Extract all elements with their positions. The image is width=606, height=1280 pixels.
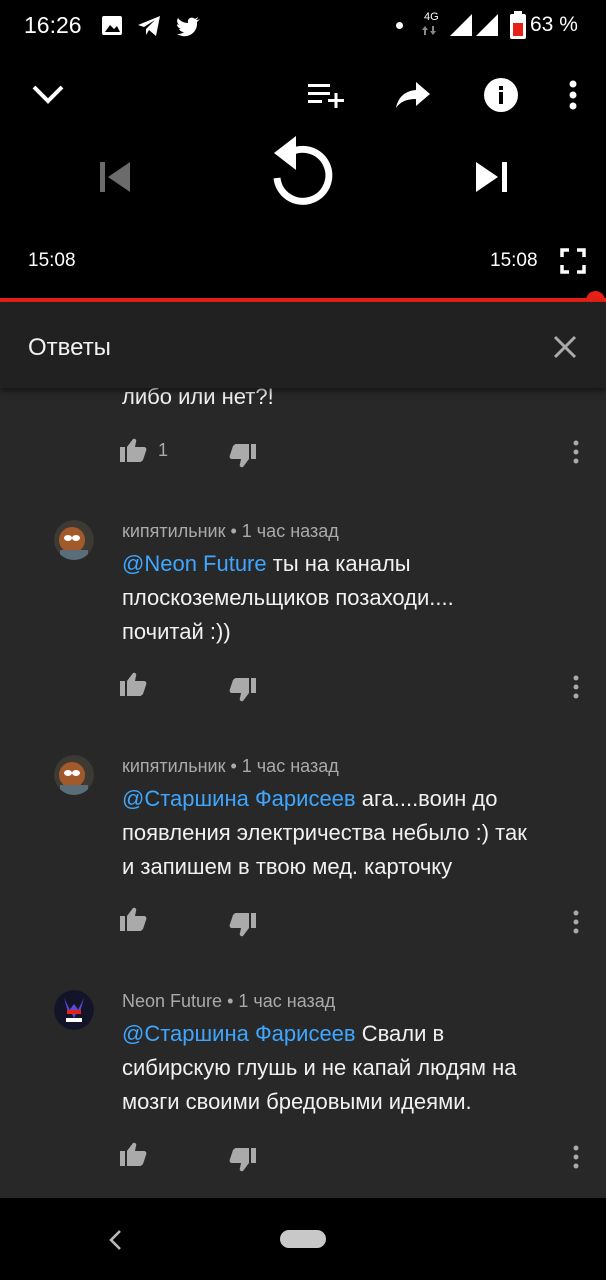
twitter-icon [177, 17, 200, 37]
notification-icons [102, 16, 200, 37]
comment-author[interactable]: кипятильник [122, 521, 225, 541]
dislike-button[interactable] [228, 678, 256, 702]
add-to-playlist-button[interactable] [306, 80, 346, 110]
replay-button[interactable] [268, 136, 338, 216]
current-time: 15:08 [28, 250, 76, 271]
skip-next-icon [476, 162, 507, 192]
like-button[interactable] [120, 672, 148, 696]
like-button[interactable] [120, 1142, 148, 1166]
panel-title: Ответы [28, 334, 111, 361]
more-vert-icon [573, 910, 579, 934]
thumbs-up-icon [120, 438, 147, 462]
home-pill-button[interactable] [280, 1230, 326, 1248]
back-button[interactable] [108, 1229, 124, 1251]
thumbs-down-icon [229, 1148, 256, 1172]
fullscreen-icon [560, 248, 586, 274]
network-type: 4G [424, 11, 439, 23]
status-time: 16:26 [24, 12, 82, 38]
comment-meta: кипятильник • 1 час назад [122, 521, 339, 541]
comment-meta: Neon Future • 1 час назад [122, 991, 336, 1011]
notification-dot [396, 22, 403, 29]
mention-link[interactable]: @Старшина Фарисеев [122, 1021, 356, 1046]
more-vert-icon [569, 80, 577, 110]
next-button[interactable] [474, 160, 510, 194]
thumbs-down-icon [229, 678, 256, 702]
like-count: 1 [158, 440, 169, 460]
comment-time: 1 час назад [241, 521, 339, 541]
playlist-add-icon [308, 84, 344, 108]
battery-level: 63 % [530, 13, 578, 36]
replay-icon [273, 136, 333, 205]
minimize-player-button[interactable] [30, 80, 66, 108]
dislike-button[interactable] [228, 913, 256, 937]
dislike-button[interactable] [228, 444, 256, 468]
signal-icon-2 [476, 14, 498, 36]
more-vert-icon [573, 675, 579, 699]
thumbs-down-icon [229, 913, 256, 937]
previous-button[interactable] [98, 160, 132, 194]
mention-link[interactable]: @Старшина Фарисеев [122, 786, 356, 811]
comment-menu-button[interactable] [572, 1145, 580, 1169]
comment-text: @Старшина Фарисеев Свали в сибирскую глуш… [122, 1021, 517, 1114]
comment-time: 1 час назад [241, 756, 339, 776]
chevron-left-icon [109, 1230, 121, 1250]
comment-author[interactable]: Neon Future [122, 991, 222, 1011]
thumbs-up-icon [120, 672, 147, 696]
comment-menu-button[interactable] [572, 675, 580, 699]
dislike-button[interactable] [228, 1148, 256, 1172]
data-arrows-icon [422, 26, 436, 35]
share-button[interactable] [396, 80, 432, 110]
duration: 15:08 [490, 250, 538, 271]
avatar[interactable] [54, 990, 94, 1030]
comment-menu-button[interactable] [572, 440, 580, 464]
comment-text: @Neon Future ты на каналы плоскоземельщик… [122, 551, 454, 644]
fullscreen-button[interactable] [560, 248, 586, 274]
more-vert-icon [573, 440, 579, 464]
battery-icon [510, 11, 526, 39]
avatar[interactable] [54, 755, 94, 795]
like-button[interactable] [120, 438, 148, 462]
more-options-button[interactable] [566, 80, 580, 110]
thumbs-up-icon [120, 907, 147, 931]
comment-menu-button[interactable] [572, 910, 580, 934]
more-vert-icon [573, 1145, 579, 1169]
comment-meta: кипятильник • 1 час назад [122, 756, 339, 776]
like-button[interactable] [120, 907, 148, 931]
telegram-icon [138, 16, 160, 36]
info-button[interactable] [484, 78, 518, 112]
avatar[interactable] [54, 520, 94, 560]
thumbs-up-icon [120, 1142, 147, 1166]
comment-time: 1 час назад [238, 991, 336, 1011]
thumbs-down-icon [229, 444, 256, 468]
mention-link[interactable]: @Neon Future [122, 551, 267, 576]
close-icon [553, 335, 577, 359]
skip-previous-icon [100, 162, 130, 192]
share-icon [396, 82, 430, 108]
comment-text: @Старшина Фарисеев ага....воин до появлен… [122, 786, 527, 879]
chevron-down-icon [32, 85, 64, 104]
comment-author[interactable]: кипятильник [122, 756, 225, 776]
gallery-icon [102, 16, 122, 35]
close-button[interactable] [553, 335, 577, 359]
signal-icon [450, 14, 472, 36]
